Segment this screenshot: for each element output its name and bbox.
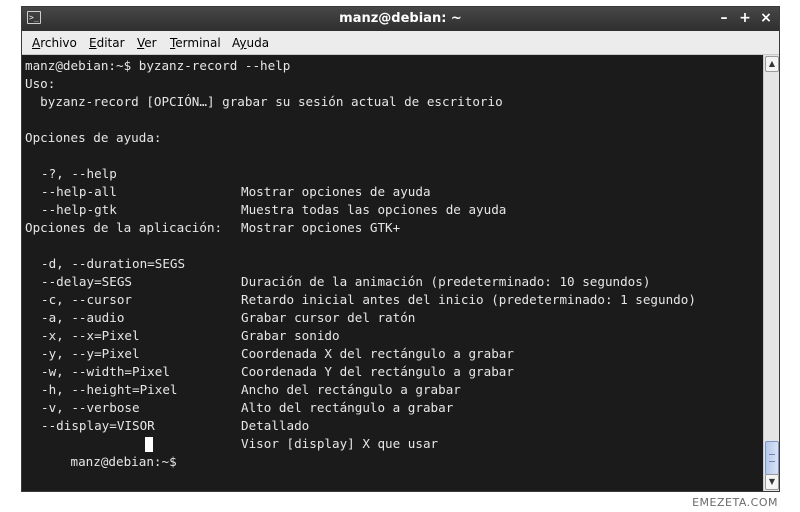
menu-ver-label: er — [144, 36, 157, 50]
window-title: manz@debian: ~ — [339, 11, 462, 26]
grip-icon — [769, 454, 775, 462]
option-description: Visor [display] X que usar — [241, 436, 439, 451]
menu-terminal-label: erminal — [175, 36, 221, 50]
app-option-row: -a, --audio Grabar sonido — [25, 291, 340, 343]
option-description: Duración de la animación (predeterminado… — [241, 274, 651, 289]
app-option-row: -w, --width=Pixel Ancho del rectángulo a… — [25, 345, 461, 397]
vertical-scrollbar[interactable]: ▲ ▼ — [763, 55, 779, 491]
app-option-row: -v, --verbose Detallado — [25, 381, 309, 433]
minimize-button[interactable]: – — [717, 10, 731, 26]
option-description: Coordenada X del rectángulo a grabar — [241, 346, 514, 361]
maximize-button[interactable]: + — [738, 10, 752, 26]
menu-terminal[interactable]: Terminal — [170, 36, 221, 50]
usage-header: Uso: — [25, 76, 56, 91]
title-bar[interactable]: >_ manz@debian: ~ – + × — [22, 7, 779, 31]
shell-prompt: manz@debian:~$ — [70, 454, 177, 469]
terminal-window: >_ manz@debian: ~ – + × Archivo Editar V… — [21, 6, 780, 492]
option-description: Alto del rectángulo a grabar — [241, 400, 454, 415]
option-description: Muestra todas las opciones de ayuda — [241, 202, 507, 217]
prompt-line[interactable]: manz@debian:~$ — [25, 435, 184, 469]
app-option-row: -d, --duration=SEGS Duración de la anima… — [25, 237, 650, 289]
close-button[interactable]: × — [759, 10, 773, 26]
option-description: Mostrar opciones GTK+ — [241, 220, 401, 235]
menu-ayuda[interactable]: Ayuda — [232, 36, 269, 50]
help-options-header: Opciones de ayuda: — [25, 130, 162, 145]
option-description: Coordenada Y del rectángulo a grabar — [241, 364, 514, 379]
menu-editar[interactable]: Editar — [89, 36, 125, 50]
usage-line: byzanz-record [OPCIÓN…] grabar su sesión… — [25, 94, 503, 109]
menu-ayuda-mnemonic: y — [239, 36, 247, 50]
menu-editar-mnemonic: E — [89, 36, 97, 50]
terminal-output[interactable]: manz@debian:~$ byzanz-record --help Uso:… — [22, 55, 763, 491]
option-description: Mostrar opciones de ayuda — [241, 184, 431, 199]
app-options-header: Opciones de la aplicación: — [25, 220, 223, 235]
app-option-row: -y, --y=Pixel Coordenada Y del rectángul… — [25, 327, 514, 379]
option-description: Grabar sonido — [241, 328, 340, 343]
option-flag: --display=VISOR — [41, 418, 155, 433]
menu-archivo-mnemonic: A — [32, 36, 41, 50]
menu-archivo-label: rchivo — [40, 36, 77, 50]
scroll-thumb[interactable] — [765, 441, 779, 475]
help-option-row: --help-all Muestra todas las opciones de… — [25, 165, 506, 217]
menu-ayuda-label-end: uda — [246, 36, 270, 50]
text-cursor — [145, 437, 153, 452]
help-option-row: -?, --help Mostrar opciones de ayuda — [25, 147, 431, 199]
menu-editar-label: ditar — [96, 36, 125, 50]
option-description: Grabar cursor del ratón — [241, 310, 416, 325]
option-description: Retardo inicial antes del inicio (predet… — [241, 292, 696, 307]
menu-archivo[interactable]: Archivo — [32, 36, 77, 50]
scroll-up-icon[interactable]: ▲ — [765, 56, 779, 72]
app-option-row: -c, --cursor Grabar cursor del ratón — [25, 273, 415, 325]
app-option-row: --display=VISOR Visor [display] X que us… — [25, 399, 438, 451]
watermark: EMEZETA.COM — [692, 496, 778, 509]
app-option-row: -x, --x=Pixel Coordenada X del rectángul… — [25, 309, 514, 361]
option-description: Ancho del rectángulo a grabar — [241, 382, 461, 397]
menu-bar: Archivo Editar Ver Terminal Ayuda — [22, 31, 779, 55]
scroll-down-icon[interactable]: ▼ — [765, 474, 779, 490]
option-description: Detallado — [241, 418, 310, 433]
menu-ver[interactable]: Ver — [137, 36, 157, 50]
option-flag: --help-gtk — [41, 202, 117, 217]
app-option-row: -h, --height=Pixel Alto del rectángulo a… — [25, 363, 453, 415]
app-option-row: --delay=SEGS Retardo inicial antes del i… — [25, 255, 696, 307]
command-line: manz@debian:~$ byzanz-record --help — [25, 58, 291, 73]
help-option-row: --help-gtk Mostrar opciones GTK+ — [25, 183, 400, 235]
